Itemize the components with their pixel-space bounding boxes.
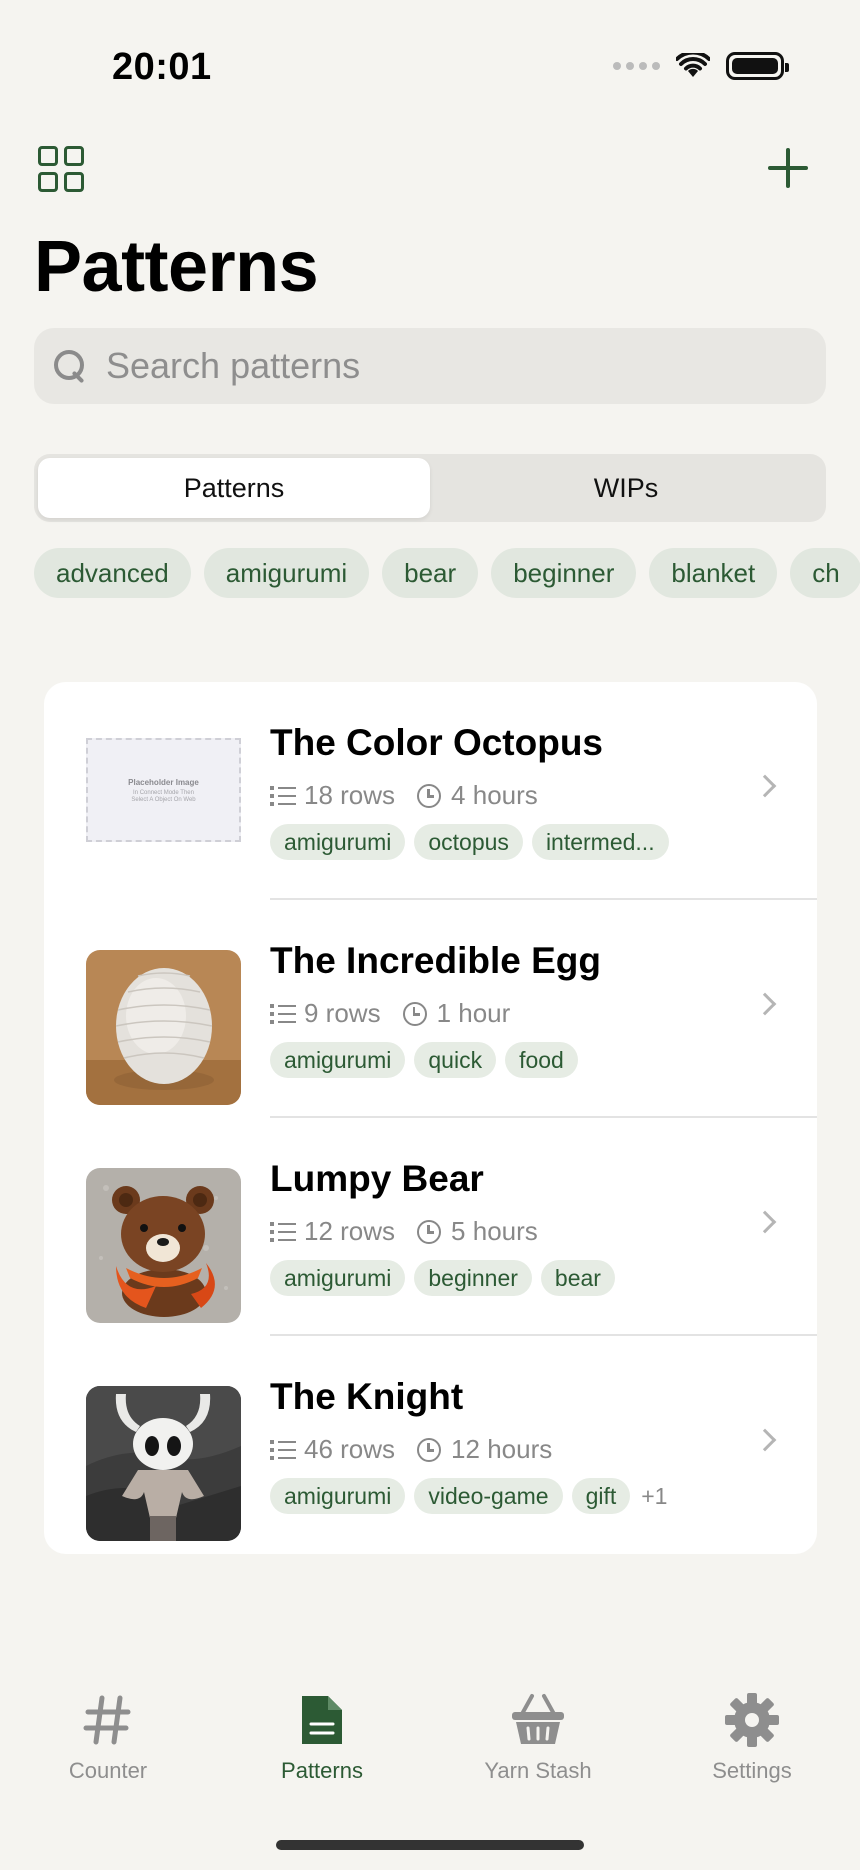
pattern-rows: 9 rows [304, 998, 381, 1028]
tag-chip[interactable]: beginner [491, 548, 637, 598]
pattern-tags: amigurumi beginner bear [270, 1260, 615, 1296]
pattern-meta: 12 rows 5 hours [270, 1216, 538, 1247]
pattern-row[interactable]: The Knight 46 rows 12 hours amigurumi vi… [44, 1336, 817, 1554]
list-numbered-icon [270, 784, 296, 808]
tab-settings[interactable]: Settings [662, 1690, 842, 1784]
placeholder-subtitle: Select A Object On Web [131, 796, 196, 803]
tag-chip[interactable]: advanced [34, 548, 191, 598]
segment-patterns[interactable]: Patterns [38, 458, 430, 518]
status-time: 20:01 [112, 46, 212, 88]
list-numbered-icon [270, 1220, 296, 1244]
cellular-signal-icon [613, 62, 660, 70]
pattern-name: The Incredible Egg [270, 940, 601, 981]
pattern-row[interactable]: The Incredible Egg 9 rows 1 hour amiguru… [44, 900, 817, 1118]
gear-icon [722, 1690, 782, 1750]
pattern-tag: gift [571, 1478, 631, 1514]
pattern-rows: 12 rows [304, 1216, 396, 1246]
home-indicator[interactable] [276, 1840, 584, 1850]
document-icon [292, 1690, 352, 1750]
clock-icon [417, 1437, 442, 1462]
pattern-name: The Knight [270, 1376, 464, 1417]
more-tags-count: +1 [641, 1482, 668, 1509]
hash-icon [78, 1690, 138, 1750]
tag-chip[interactable]: blanket [649, 548, 778, 598]
chevron-right-icon [753, 774, 777, 798]
list-numbered-icon [270, 1002, 296, 1026]
tab-label: Patterns [281, 1758, 363, 1783]
pattern-row[interactable]: Lumpy Bear 12 rows 5 hours amigurumi beg… [44, 1118, 817, 1336]
grid-view-icon[interactable] [38, 146, 84, 192]
segmented-control: Patterns WIPs [34, 454, 826, 522]
clock-icon [402, 1001, 427, 1026]
status-icons [613, 52, 789, 80]
pattern-tag: amigurumi [270, 824, 406, 860]
pattern-meta: 18 rows 4 hours [270, 780, 538, 811]
pattern-tag: amigurumi [270, 1478, 406, 1514]
tab-patterns[interactable]: Patterns [232, 1690, 412, 1784]
pattern-tag: amigurumi [270, 1260, 406, 1296]
pattern-tag: quick [414, 1042, 497, 1078]
battery-icon [726, 52, 789, 80]
tab-label: Counter [68, 1758, 148, 1783]
tag-chip[interactable]: amigurumi [203, 548, 370, 598]
tab-label: Settings [712, 1758, 792, 1783]
pattern-row[interactable]: Placeholder Image In Connect Mode Then S… [44, 682, 817, 900]
clock-icon [417, 1219, 442, 1244]
pattern-thumbnail-egg [86, 950, 241, 1105]
chevron-right-icon [753, 1428, 777, 1452]
wifi-icon [676, 53, 710, 77]
tab-bar: Counter Patterns Yarn Stash Settings [0, 1690, 860, 1810]
pattern-list: Placeholder Image In Connect Mode Then S… [44, 682, 817, 1554]
search-input[interactable] [106, 345, 786, 387]
chevron-right-icon [753, 1210, 777, 1234]
pattern-name: Lumpy Bear [270, 1158, 484, 1199]
pattern-tags: amigurumi octopus intermed... [270, 824, 669, 860]
pattern-tag: amigurumi [270, 1042, 406, 1078]
pattern-tag: video-game [414, 1478, 563, 1514]
pattern-tags: amigurumi video-game gift +1 [270, 1478, 667, 1514]
pattern-tag: octopus [414, 824, 523, 860]
pattern-thumbnail-placeholder: Placeholder Image In Connect Mode Then S… [86, 738, 241, 842]
search-icon [52, 348, 88, 384]
pattern-time: 12 hours [451, 1434, 553, 1464]
pattern-time: 4 hours [451, 780, 538, 810]
tab-label: Yarn Stash [484, 1758, 592, 1783]
clock-icon [417, 783, 442, 808]
placeholder-title: Placeholder Image [128, 777, 199, 787]
chevron-right-icon [753, 992, 777, 1016]
tab-counter[interactable]: Counter [18, 1690, 198, 1784]
pattern-tag: beginner [414, 1260, 532, 1296]
basket-icon [508, 1690, 568, 1750]
add-pattern-button[interactable] [768, 148, 808, 188]
pattern-tag: bear [540, 1260, 615, 1296]
search-bar[interactable] [34, 328, 826, 404]
tag-filter-row: advanced amigurumi bear beginner blanket… [34, 548, 860, 598]
segment-wips[interactable]: WIPs [430, 458, 822, 518]
pattern-rows: 46 rows [304, 1434, 396, 1464]
pattern-meta: 46 rows 12 hours [270, 1434, 552, 1465]
tag-chip[interactable]: ch [790, 548, 860, 598]
pattern-name: The Color Octopus [270, 722, 603, 763]
pattern-tag: food [505, 1042, 578, 1078]
pattern-thumbnail-knight [86, 1386, 241, 1541]
pattern-tags: amigurumi quick food [270, 1042, 578, 1078]
pattern-rows: 18 rows [304, 780, 396, 810]
pattern-thumbnail-bear [86, 1168, 241, 1323]
pattern-meta: 9 rows 1 hour [270, 998, 510, 1029]
pattern-time: 5 hours [451, 1216, 538, 1246]
tag-chip[interactable]: bear [382, 548, 479, 598]
list-numbered-icon [270, 1438, 296, 1462]
page-title: Patterns [34, 227, 319, 307]
placeholder-subtitle: In Connect Mode Then [133, 789, 194, 796]
pattern-time: 1 hour [436, 998, 511, 1028]
tab-yarn-stash[interactable]: Yarn Stash [448, 1690, 628, 1784]
pattern-tag: intermed... [531, 824, 669, 860]
status-bar: 20:01 [0, 0, 860, 130]
